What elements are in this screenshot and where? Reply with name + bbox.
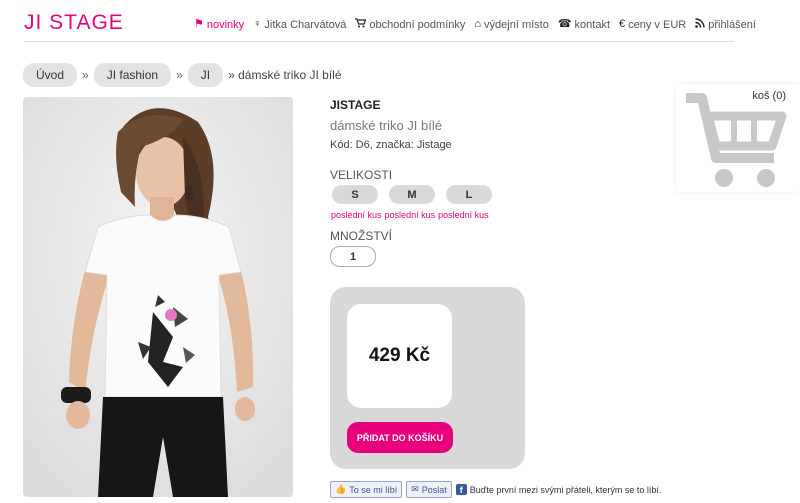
size-option-m[interactable]: M	[389, 185, 435, 204]
nav-label: Jitka Charvátová	[264, 18, 347, 31]
quantity-input[interactable]: 1	[330, 246, 376, 267]
size-title: VELIKOSTI	[330, 168, 393, 182]
nav-label: obchodní podmínky	[369, 18, 466, 31]
logo-text: JI STAGE	[24, 11, 124, 34]
cart-widget[interactable]: koš (0)	[676, 84, 800, 192]
stock-note: poslední kus	[331, 210, 382, 220]
quantity-title: MNOŽSTVÍ	[330, 229, 392, 243]
size-option-s[interactable]: S	[332, 185, 378, 204]
nav-label: výdejní místo	[484, 18, 549, 31]
breadcrumb-item-ji[interactable]: JI	[187, 63, 224, 87]
nav-item-novinky[interactable]: ⚑ novinky	[194, 19, 244, 31]
breadcrumb-item-ji-fashion[interactable]: JI fashion	[93, 63, 172, 87]
stock-note: poslední kus	[384, 210, 436, 220]
nav-item-vydejni-misto[interactable]: ⌂ výdejní místo	[474, 19, 548, 31]
rss-icon	[695, 18, 705, 31]
breadcrumb-item-uvod[interactable]: Úvod	[23, 63, 78, 87]
facebook-icon: f	[455, 484, 467, 495]
product-code: Kód: D6, značka: Jistage	[330, 139, 452, 151]
breadcrumb-separator: »	[82, 68, 89, 82]
nav-item-ceny-v-eur[interactable]: € ceny v EUR	[619, 19, 686, 31]
breadcrumb: Úvod » JI fashion » JI » dámské triko JI…	[23, 63, 342, 87]
top-nav: ⚑ novinky ♀ Jitka Charvátová obchodní po…	[194, 18, 756, 31]
thumbs-up-icon: 👍	[335, 484, 347, 494]
shopping-cart-icon	[682, 88, 792, 197]
nav-item-obchodni-podminky[interactable]: obchodní podmínky	[355, 18, 465, 31]
stock-note: poslední kus	[438, 210, 489, 220]
product-price: 429 Kč	[347, 304, 452, 408]
nav-label: ceny v EUR	[628, 18, 687, 31]
facebook-note-text: Buďte první mezi svými přáteli, kterým s…	[469, 484, 662, 495]
stock-notes: poslední kus poslední kus poslední kus	[331, 210, 489, 220]
like-label: To se mi líbí	[349, 484, 398, 495]
nav-item-jitka-charvatova[interactable]: ♀ Jitka Charvátová	[253, 19, 346, 31]
nav-item-kontakt[interactable]: ☎ kontakt	[558, 19, 610, 31]
home-icon: ⌂	[474, 18, 482, 30]
price-panel: 429 Kč PŘIDAT DO KOŠÍKU	[330, 287, 525, 469]
size-options: S M L	[332, 185, 492, 204]
social-bar: 👍 To se mi líbí ✉ Poslat f Buďte první m…	[330, 481, 661, 498]
cart-label: koš (0)	[752, 90, 786, 102]
header-divider	[24, 41, 734, 42]
flag-icon: ⚑	[194, 18, 204, 30]
product-brand: JISTAGE	[330, 98, 381, 112]
woman-icon: ♀	[253, 18, 262, 30]
send-button[interactable]: ✉ Poslat	[406, 481, 452, 498]
breadcrumb-current: » dámské triko JI bílé	[228, 68, 342, 82]
facebook-note: f Buďte první mezi svými přáteli, kterým…	[455, 484, 662, 495]
site-logo[interactable]: JI STAGE	[24, 8, 124, 38]
like-button[interactable]: 👍 To se mi líbí	[330, 481, 403, 498]
nav-label: kontakt	[574, 18, 611, 31]
euro-icon: €	[619, 18, 626, 30]
nav-label: přihlášení	[708, 18, 756, 31]
speech-bubble-icon: ✉	[411, 484, 419, 494]
breadcrumb-separator: »	[176, 68, 183, 82]
size-option-l[interactable]: L	[446, 185, 492, 204]
cart-icon	[355, 18, 367, 31]
product-photo[interactable]	[23, 97, 293, 497]
phone-icon: ☎	[557, 18, 572, 30]
product-name: dámské triko JI bílé	[330, 118, 442, 133]
add-to-cart-button[interactable]: PŘIDAT DO KOŠÍKU	[347, 422, 453, 453]
send-label: Poslat	[421, 484, 447, 495]
nav-item-prihlaseni[interactable]: přihlášení	[695, 18, 756, 31]
nav-label: novinky	[206, 18, 245, 31]
